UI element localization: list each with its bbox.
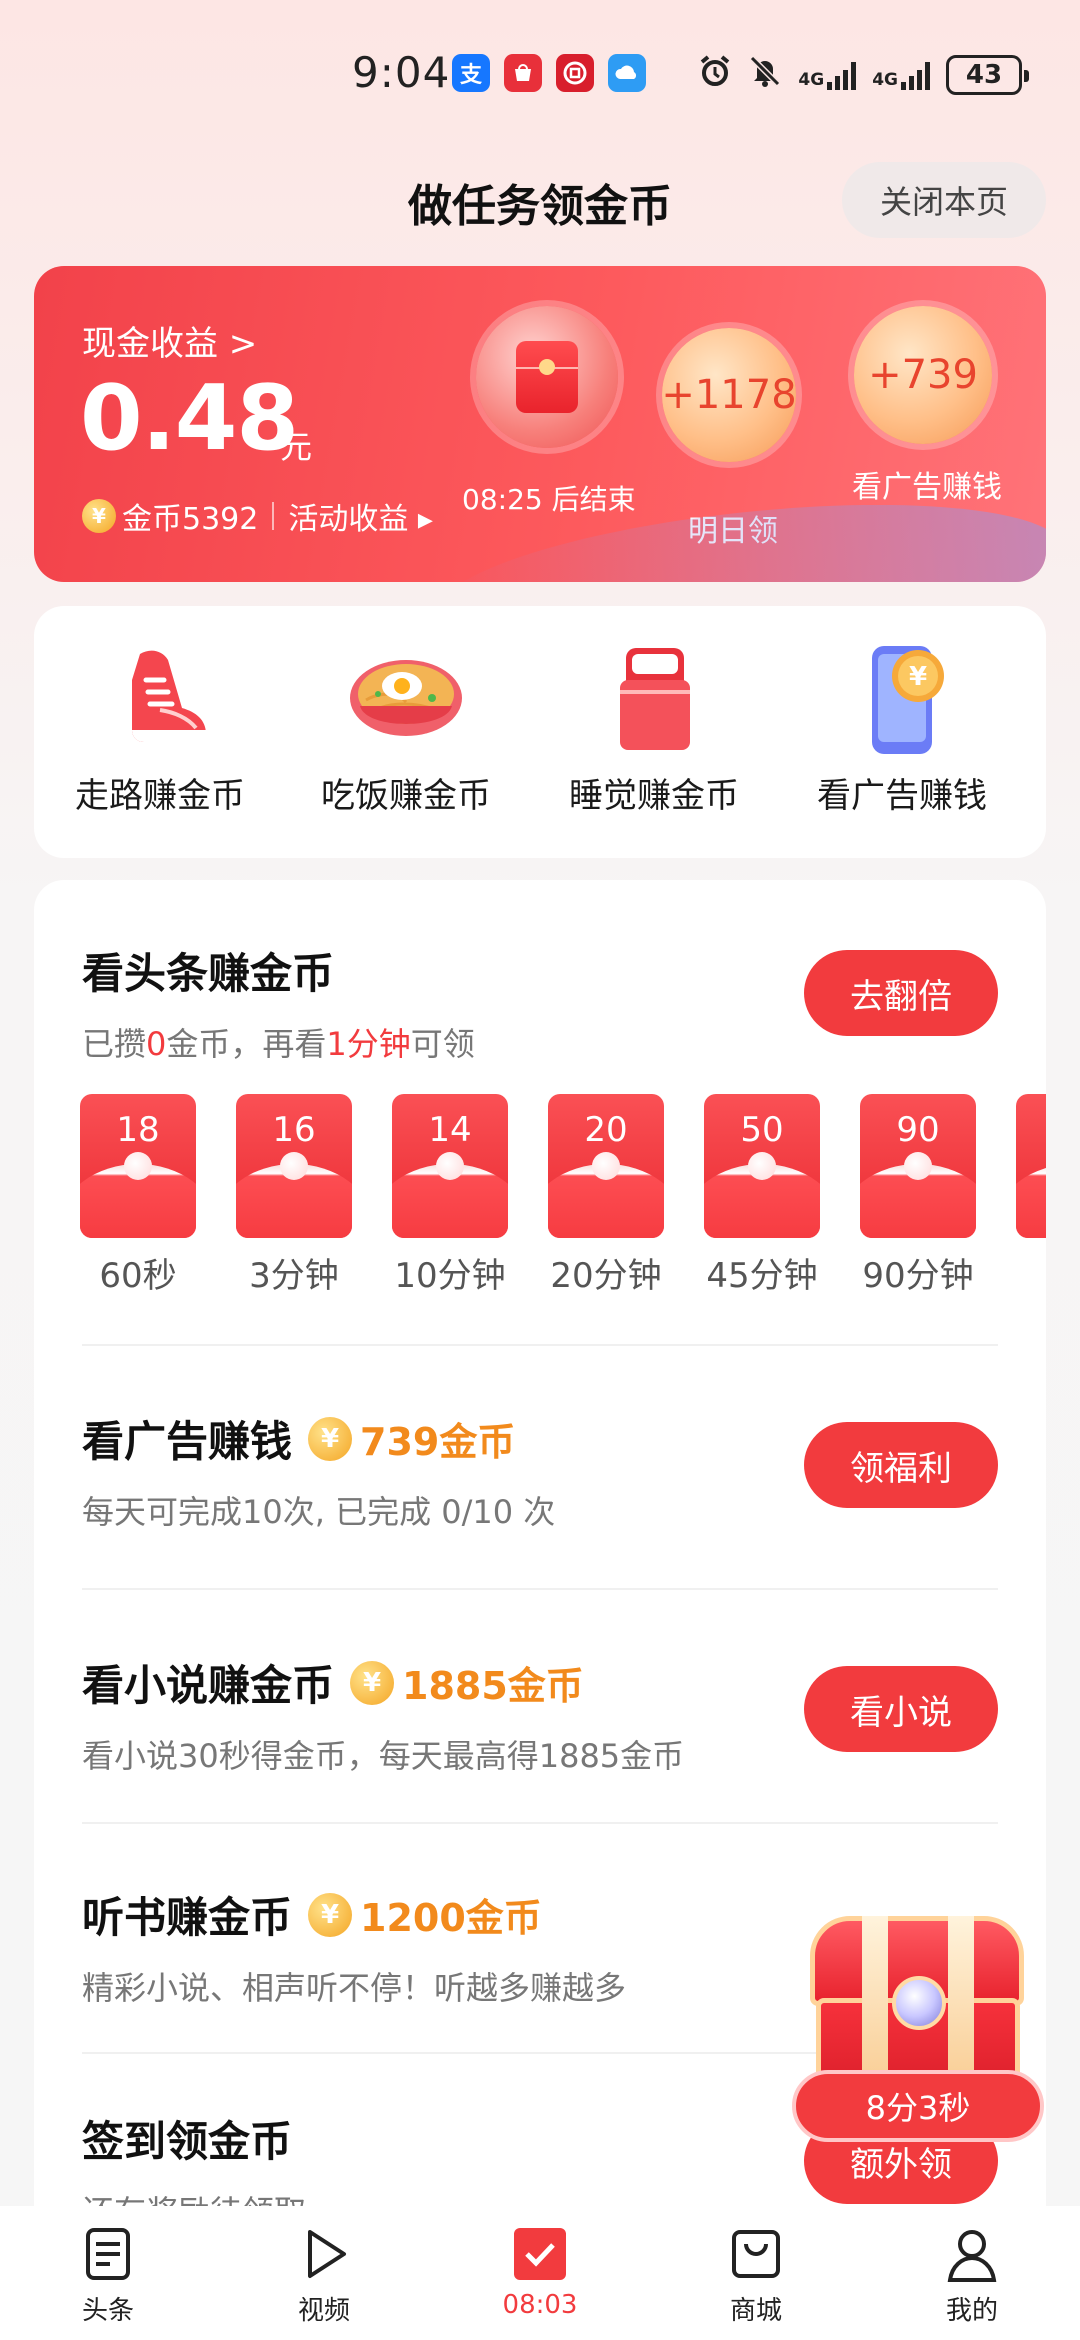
coin-balance[interactable]: 金币5392 [122,494,258,538]
quick-task-sleep[interactable]: 睡觉赚金币 [534,640,774,817]
alipay-icon: 支 [452,54,490,92]
mute-bell-icon [748,54,782,96]
cash-value: 0.48 [80,366,299,471]
divider [272,502,275,530]
treasure-timer: 8分3秒 [792,2070,1044,2142]
reward-envelope[interactable]: 16 3分钟 [236,1094,352,1304]
quick-task-label: 睡觉赚金币 [569,776,739,816]
task-novel: 看小说赚金币 ¥1885金币 看小说30秒得金币，每天最高得1885金币 看小说 [82,1652,998,1777]
task-ads: 看广告赚钱 ¥739金币 每天可完成10次, 已完成 0/10 次 领福利 [82,1408,998,1533]
divider [82,1822,998,1824]
task-title: 听书赚金币 [82,1893,293,1942]
quick-tasks-card: 走路赚金币 吃饭赚金币 睡觉赚金币 ¥ 看广告赚钱 [34,606,1046,858]
network-type-1: 4G [798,70,825,90]
quick-task-eat[interactable]: 吃饭赚金币 [286,640,526,817]
news-icon [78,2224,138,2284]
huawei-store-icon [504,54,542,92]
bed-icon [594,640,714,760]
nav-item-mall[interactable]: 商城 [648,2206,864,2340]
task-coins: ¥1200金币 [308,1887,542,1942]
alarm-icon [698,54,732,96]
coin-icon: ¥ [82,499,116,533]
cash-unit: 元 [280,428,313,466]
reward-envelope[interactable]: 50 45分钟 [704,1094,820,1304]
bottom-nav: 头条 视频 08:03 商城 我的 [0,2206,1080,2340]
play-icon [294,2224,354,2284]
shopping-bag-icon [726,2224,786,2284]
nav-item-profile[interactable]: 我的 [864,2206,1080,2340]
tomorrow-label: 明日领 [688,514,778,549]
signal-icon-2: 4G [872,60,930,90]
sneaker-icon [100,640,220,760]
envelope-countdown: 08:25 后结束 [462,483,636,516]
status-bar: 9:04 支 4G 4G 43 [0,48,1080,108]
ad-coin-bubble[interactable]: +739 [854,306,992,444]
nav-item-tasks[interactable]: 08:03 [432,2206,648,2340]
reward-envelope[interactable]: 20 20分钟 [548,1094,664,1304]
status-time: 9:04 [352,48,451,97]
double-coins-button[interactable]: 去翻倍 [804,950,998,1036]
gem-icon [892,1976,946,2030]
coin-icon: ¥ [350,1660,395,1705]
quick-task-label: 走路赚金币 [75,776,245,816]
nav-item-news[interactable]: 头条 [0,2206,216,2340]
reading-reward-envelopes: 18 60秒 16 3分钟 14 10分钟 20 20分钟 50 45分钟 90 90分钟 … [80,1094,1046,1304]
reward-envelope[interactable]: 18 60秒 [80,1094,196,1304]
task-title: 看广告赚钱 [82,1417,293,1466]
reward-envelope[interactable]: 18 [1016,1094,1046,1304]
task-check-icon [510,2224,570,2284]
read-novel-button[interactable]: 看小说 [804,1666,998,1752]
svg-text:¥: ¥ [909,662,927,692]
noodle-bowl-icon [346,640,466,760]
profile-icon [942,2224,1002,2284]
reward-envelope[interactable]: 14 10分钟 [392,1094,508,1304]
quick-task-walk[interactable]: 走路赚金币 [40,640,280,817]
task-news: 看头条赚金币 已攒0金币，再看1分钟可领 去翻倍 [82,940,998,1065]
divider [82,1344,998,1346]
coin-icon: ¥ [308,1416,353,1461]
nav-item-video[interactable]: 视频 [216,2206,432,2340]
activity-earnings-link[interactable]: 活动收益 ▸ [288,494,433,538]
close-page-button[interactable]: 关闭本页 [842,162,1046,238]
red-envelope-bubble[interactable] [476,306,618,448]
signal-icon: 4G [798,60,857,90]
phone-coin-icon: ¥ [842,640,962,760]
quick-task-ad[interactable]: ¥ 看广告赚钱 [782,640,1022,817]
cash-earnings-link[interactable]: 现金收益 > [82,316,257,365]
task-coins: ¥1885金币 [350,1655,584,1710]
divider [82,1588,998,1590]
coin-balance-row: ¥ 金币5392 活动收益 ▸ [82,494,433,538]
reward-envelope[interactable]: 90 90分钟 [860,1094,976,1304]
bank-icon [556,54,594,92]
ad-bubble-label: 看广告赚钱 [852,470,1002,505]
network-type-2: 4G [872,70,898,90]
status-app-icons: 支 [452,54,646,92]
treasure-chest-widget[interactable]: 8分3秒 [792,1910,1044,2150]
red-envelope-icon [516,341,578,413]
tomorrow-coin-bubble[interactable]: +1178 [661,328,797,462]
task-title: 看小说赚金币 [82,1661,335,1710]
quick-task-label: 看广告赚钱 [817,776,987,816]
earnings-card: 现金收益 > 0.48 元 ¥ 金币5392 活动收益 ▸ 08:25 后结束 … [34,266,1046,582]
coin-icon: ¥ [308,1892,353,1937]
status-indicators: 4G 4G 43 [698,54,1029,96]
battery-icon: 43 [946,55,1029,95]
claim-benefit-button[interactable]: 领福利 [804,1422,998,1508]
quick-task-label: 吃饭赚金币 [321,776,491,816]
weather-icon [608,54,646,92]
task-coins: ¥739金币 [308,1411,515,1466]
